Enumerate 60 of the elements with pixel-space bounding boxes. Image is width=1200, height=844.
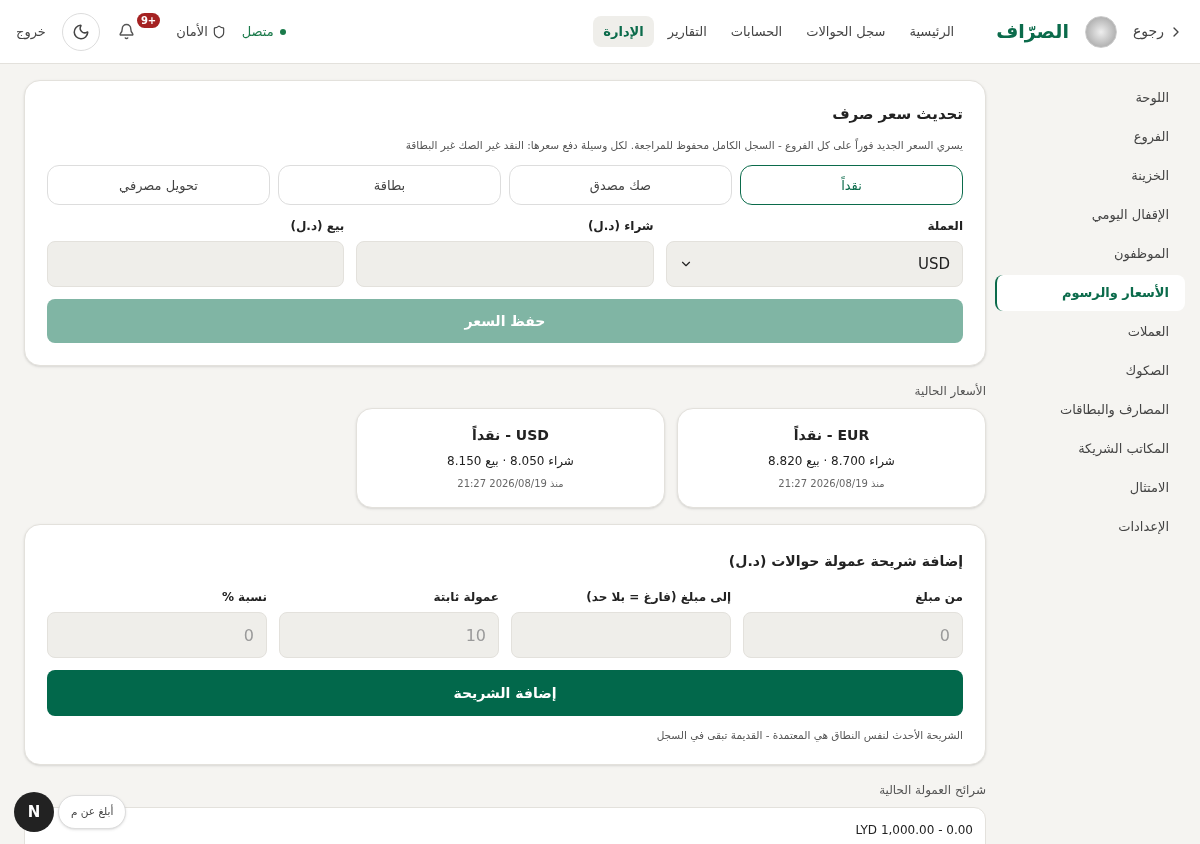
payment-method-option[interactable]: نقداً [740,165,963,206]
back-button[interactable]: رجوع [1133,21,1184,42]
shield-icon [211,24,226,39]
fee-input[interactable]: 0 [743,612,963,659]
buy-rate-input[interactable] [356,241,654,288]
card-note: الشريحة الأحدث لنفس النطاق هي المعتمدة - القديمة تبقى في السجل [655,728,963,744]
section-title: شرائح العمولة الحالية [878,782,986,799]
section-title: الأسعار الحالية [913,382,986,401]
sidebar-item[interactable]: الخزينة [995,158,1185,194]
nav-tab[interactable]: الحسابات [720,15,793,48]
currency-select[interactable]: USD [665,241,963,288]
field-label: شراء (د.ل) [586,218,654,236]
field-label: بيع (د.ل) [289,218,345,236]
logo-icon [1085,15,1117,48]
sidebar-item[interactable]: المصارف والبطاقات [995,392,1185,428]
sidebar-item[interactable]: العملات [995,314,1185,350]
sidebar-item[interactable]: الصكوك [995,353,1185,389]
sidebar-item[interactable]: الفروع [995,119,1185,155]
sidebar-item[interactable]: اللوحة [995,80,1185,116]
dev-badge[interactable]: N [14,792,54,832]
payment-method-option[interactable]: بطاقة [278,165,501,206]
rate-timestamp: منذ 2026/08/19 21:27 [457,477,564,492]
rate-values: شراء 8.050 · بيع 8.150 [447,453,574,471]
fee-input[interactable]: 0 [47,612,267,659]
card-title: إضافة شريحة عمولة حوالات (د.ل) [727,552,963,572]
sidebar-item[interactable]: الموظفون [995,236,1185,272]
nav-tab[interactable]: سجل الحوالات [796,15,896,48]
bell-icon [117,23,135,40]
nav-tab[interactable]: التقارير [657,15,717,48]
rate-timestamp: منذ 2026/08/19 21:27 [778,477,885,492]
sidebar-item[interactable]: الامتثال [995,470,1185,506]
security-link[interactable]: الأمان [176,21,226,42]
logout-button[interactable]: خروج [16,21,46,42]
rate-card-title: USD - نقداً [472,425,549,446]
notification-badge: +9 [136,13,161,28]
card-title: تحديث سعر صرف [831,104,963,125]
sell-rate-input[interactable] [47,241,345,288]
payment-method-option[interactable]: صك مصدق [509,165,732,206]
add-tier-button[interactable]: إضافة الشريحة [47,670,963,717]
sidebar-item[interactable]: المكاتب الشريكة [995,431,1185,467]
status-text: متصل [241,22,274,41]
payment-method-option[interactable]: تحويل مصرفي [47,165,270,206]
rate-values: شراء 8.700 · بيع 8.820 [768,453,895,471]
moon-icon [71,22,90,41]
sidebar-item[interactable]: الإعدادات [995,509,1185,545]
nav-tab[interactable]: الرئيسية [899,15,965,48]
card-description: يسري السعر الجديد فوراً على كل الفروع - السجل الكامل محفوظ للمراجعة. لكل وسيلة دفع سعرها: النقد غير الصك غير البطاقة [404,137,963,154]
sidebar-item[interactable]: الأسعار والرسوم [995,275,1185,311]
field-label: العملة [926,218,963,236]
field-label: من مبلغ [914,589,963,607]
sidebar-item[interactable]: الإقفال اليومي [995,197,1185,233]
fee-input[interactable]: 10 [279,612,499,659]
fee-input[interactable] [511,612,731,659]
rate-card-title: EUR - نقداً [793,425,870,446]
field-label: إلى مبلغ (فارغ = بلا حد) [585,589,731,607]
field-label: عمولة ثابتة [432,589,499,607]
brand-name: الصرّاف [996,19,1069,45]
field-label: نسبة % [220,589,267,607]
nav-tab[interactable]: الإدارة [593,15,654,48]
report-pill[interactable]: أبلغ عن م [58,795,127,829]
